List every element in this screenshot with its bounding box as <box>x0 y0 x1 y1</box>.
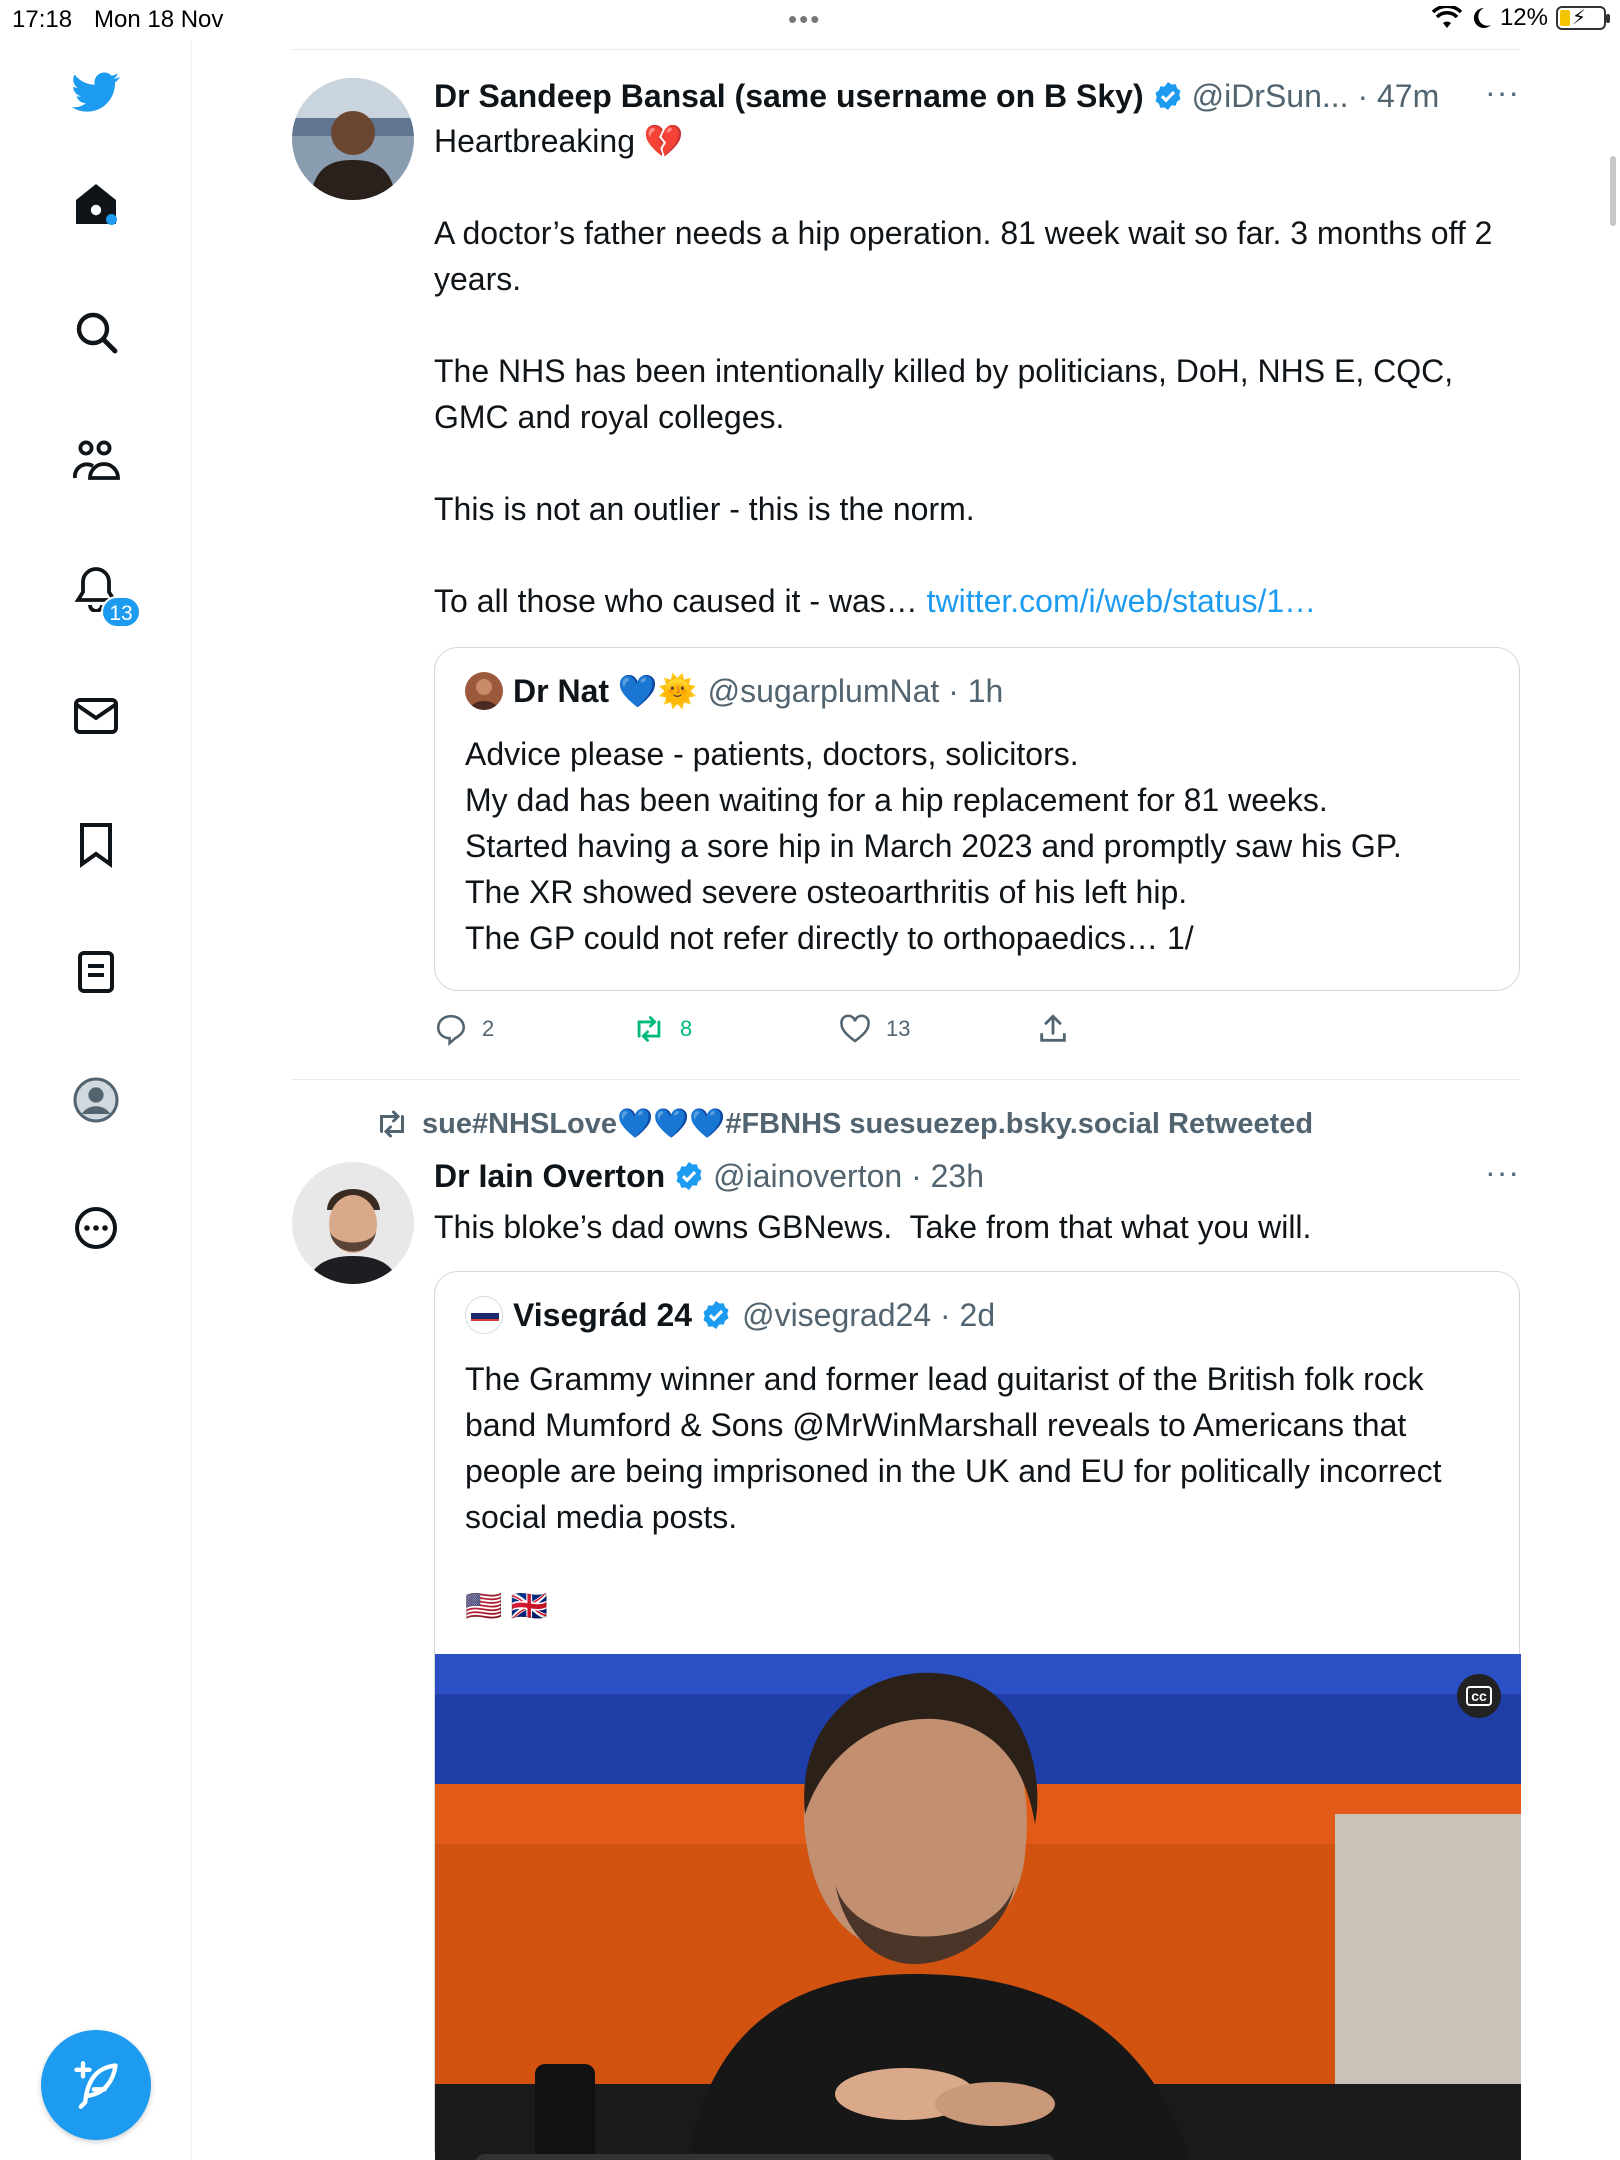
author-handle[interactable]: @iDrSun... · 47m <box>1192 78 1440 115</box>
tweet-link[interactable]: twitter.com/i/web/status/1… <box>927 583 1316 619</box>
verified-badge-icon <box>1155 82 1181 110</box>
tweet-actions: 2 8 13 <box>434 1012 1070 1046</box>
messages-icon[interactable] <box>58 678 134 754</box>
twitter-logo-icon[interactable] <box>58 54 134 130</box>
compose-icon <box>74 2061 118 2109</box>
avatar[interactable] <box>292 78 414 200</box>
reply-count: 2 <box>482 1016 495 1041</box>
more-icon[interactable] <box>58 1190 134 1266</box>
retweet-icon <box>380 1110 404 1138</box>
tweet-text-main: A doctor’s father needs a hip operation.… <box>434 210 1514 624</box>
quoted-tweet-header: Visegrád 24 @visegrad24 · 2d <box>465 1296 995 1334</box>
share-icon <box>1040 1014 1066 1042</box>
profile-icon[interactable] <box>58 1062 134 1138</box>
flag-emojis: 🇺🇸 🇬🇧 <box>465 1590 549 1623</box>
retweet-button[interactable]: 8 <box>632 1012 838 1046</box>
author-handle[interactable]: @iainoverton · 23h <box>713 1158 984 1195</box>
tweet[interactable]: sue#NHSLove💙💙💙#FBNHS suesuezep.bsky.soci… <box>292 1100 1521 2160</box>
search-icon[interactable] <box>58 294 134 370</box>
tweet-text-line1: Heartbreaking 💔 <box>434 123 684 159</box>
tweet-header: Dr Sandeep Bansal (same username on B Sk… <box>434 74 1439 118</box>
home-unread-dot <box>106 214 117 225</box>
more-options-button[interactable]: ··· <box>1485 74 1520 111</box>
quoted-tweet-text: The Grammy winner and former lead guitar… <box>465 1361 1451 1535</box>
like-button[interactable]: 13 <box>838 1012 1036 1046</box>
status-date: Mon 18 Nov <box>94 6 224 33</box>
reply-button[interactable]: 2 <box>434 1012 632 1046</box>
scrollbar[interactable] <box>1610 156 1616 226</box>
quoted-author-name: Dr Nat 💙🌞 <box>513 673 698 709</box>
tweet-text-content: A doctor’s father needs a hip operation.… <box>434 215 1493 619</box>
reply-icon <box>436 1014 466 1046</box>
share-button[interactable] <box>1036 1012 1070 1046</box>
moon-icon <box>1473 7 1491 28</box>
more-options-button[interactable]: ··· <box>1485 1154 1520 1191</box>
tweet[interactable]: Dr Sandeep Bansal (same username on B Sk… <box>292 74 1520 1074</box>
quoted-author-handle: @sugarplumNat · 1h <box>707 672 1004 709</box>
author-name[interactable]: Dr Iain Overton <box>434 1158 665 1195</box>
bookmarks-icon[interactable] <box>58 806 134 882</box>
verified-badge-icon <box>703 1301 729 1329</box>
avatar[interactable] <box>292 1162 414 1284</box>
video-thumbnail <box>435 1654 1521 2160</box>
heart-icon <box>840 1014 870 1043</box>
verified-badge-icon <box>676 1162 702 1190</box>
tweet-text: Heartbreaking 💔 <box>434 118 1514 164</box>
quoted-avatar <box>465 1296 503 1334</box>
quoted-video[interactable]: cc <box>435 1654 1521 2160</box>
wifi-icon <box>1431 6 1462 28</box>
retweet-icon <box>637 1016 661 1042</box>
retweeted-by: sue#NHSLove💙💙💙#FBNHS suesuezep.bsky.soci… <box>374 1106 1313 1142</box>
multitask-dots[interactable]: ••• <box>788 4 821 35</box>
status-bar: 17:18 Mon 18 Nov ••• 12% ⚡ <box>0 0 1620 40</box>
status-time: 17:18 <box>12 6 73 33</box>
cc-icon: cc <box>1466 1686 1492 1706</box>
communities-icon[interactable] <box>58 422 134 498</box>
notifications-badge: 13 <box>101 596 141 628</box>
retweeted-by-label[interactable]: sue#NHSLove💙💙💙#FBNHS suesuezep.bsky.soci… <box>422 1107 1313 1141</box>
like-count: 13 <box>886 1016 911 1041</box>
lists-icon[interactable] <box>58 934 134 1010</box>
tweet-text: This bloke’s dad owns GBNews. Take from … <box>434 1209 1312 1245</box>
home-icon[interactable] <box>58 166 134 242</box>
quoted-tweet-text: Advice please - patients, doctors, solic… <box>465 736 1402 956</box>
quoted-tweet-header: Dr Nat 💙🌞 @sugarplumNat · 1h <box>465 672 1003 710</box>
quoted-author-name: Visegrád 24 <box>513 1296 693 1333</box>
sidebar: 13 <box>0 40 192 2160</box>
timeline-divider <box>292 1079 1520 1080</box>
closed-captions-button[interactable]: cc <box>1457 1674 1501 1718</box>
status-right: 12% ⚡ <box>1431 4 1610 32</box>
quoted-author-handle: @visegrad24 · 2d <box>742 1296 996 1333</box>
timeline-divider <box>292 49 1520 50</box>
battery-icon: ⚡ <box>1556 6 1610 30</box>
compose-button[interactable] <box>41 2030 151 2140</box>
quoted-avatar <box>465 672 503 710</box>
tweet-header: Dr Iain Overton @iainoverton · 23h <box>434 1154 984 1198</box>
battery-percent: 12% <box>1499 4 1548 31</box>
author-name[interactable]: Dr Sandeep Bansal (same username on B Sk… <box>434 78 1144 115</box>
quoted-tweet[interactable]: Visegrád 24 @visegrad24 · 2d The Grammy … <box>434 1271 1521 2160</box>
retweet-count: 8 <box>680 1016 693 1041</box>
quoted-tweet[interactable]: Dr Nat 💙🌞 @sugarplumNat · 1h Advice plea… <box>434 647 1520 991</box>
